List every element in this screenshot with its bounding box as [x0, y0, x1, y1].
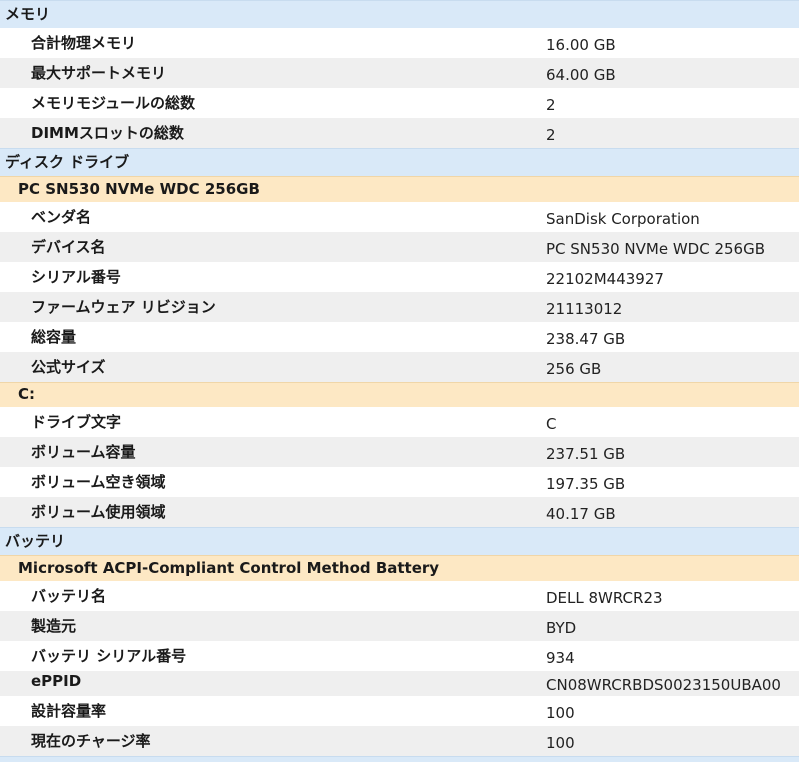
subsection-title: PC SN530 NVMe WDC 256GB — [18, 180, 260, 198]
property-value: DELL 8WRCR23 — [546, 589, 663, 607]
property-value: 100 — [546, 704, 575, 722]
section-title: ディスク ドライブ — [5, 153, 130, 171]
property-name: 製造元 — [31, 617, 77, 635]
property-name: 現在のチャージ率 — [31, 732, 151, 750]
property-name: ePPID — [31, 672, 82, 690]
property-row: ベンダ名 SanDisk Corporation — [0, 202, 799, 232]
section-title: メモリ — [5, 5, 51, 23]
property-value: SanDisk Corporation — [546, 210, 700, 228]
property-value: 256 GB — [546, 360, 602, 378]
property-value: 64.00 GB — [546, 66, 616, 84]
property-row: バッテリ名 DELL 8WRCR23 — [0, 581, 799, 611]
property-value: 934 — [546, 649, 575, 667]
property-value: PC SN530 NVMe WDC 256GB — [546, 240, 766, 258]
property-row: 公式サイズ 256 GB — [0, 352, 799, 382]
property-name: メモリモジュールの総数 — [31, 94, 195, 112]
property-row: ドライブ文字 C — [0, 407, 799, 437]
property-value: 22102M443927 — [546, 270, 664, 288]
subsection-header: Microsoft ACPI-Compliant Control Method … — [0, 555, 799, 581]
property-value: 237.51 GB — [546, 445, 626, 463]
subsection-header: PC SN530 NVMe WDC 256GB — [0, 176, 799, 202]
section-header: ディスク ドライブ — [0, 148, 799, 176]
section-title: バッテリ — [5, 532, 66, 550]
property-name: ドライブ文字 — [31, 413, 122, 431]
property-value: 2 — [546, 126, 556, 144]
property-row: ePPID CN08WRCRBDS0023150UBA00 — [0, 671, 799, 696]
property-value: C — [546, 415, 557, 433]
property-value: 16.00 GB — [546, 36, 616, 54]
property-row: ボリューム使用領域 40.17 GB — [0, 497, 799, 527]
property-name: バッテリ シリアル番号 — [31, 647, 187, 665]
property-row: ファームウェア リビジョン 21113012 — [0, 292, 799, 322]
property-row: ボリューム容量 237.51 GB — [0, 437, 799, 467]
property-name: DIMMスロットの総数 — [31, 124, 184, 142]
property-name: 合計物理メモリ — [31, 34, 137, 52]
property-value: 40.17 GB — [546, 505, 616, 523]
property-row: 現在のチャージ率 100 — [0, 726, 799, 756]
section-header: バッテリ — [0, 527, 799, 555]
property-value: 197.35 GB — [546, 475, 626, 493]
property-row: 合計物理メモリ 16.00 GB — [0, 28, 799, 58]
property-name: 最大サポートメモリ — [31, 64, 167, 82]
property-row: DIMMスロットの総数 2 — [0, 118, 799, 148]
subsection-title: C: — [18, 385, 36, 403]
property-row: ボリューム空き領域 197.35 GB — [0, 467, 799, 497]
property-name: シリアル番号 — [31, 268, 121, 286]
property-value: CN08WRCRBDS0023150UBA00 — [546, 676, 781, 694]
next-section-edge — [0, 756, 799, 762]
property-row: メモリモジュールの総数 2 — [0, 88, 799, 118]
property-row: 製造元 BYD — [0, 611, 799, 641]
subsection-header: C: — [0, 382, 799, 407]
section-header: メモリ — [0, 0, 799, 28]
property-value: 238.47 GB — [546, 330, 626, 348]
property-row: デバイス名 PC SN530 NVMe WDC 256GB — [0, 232, 799, 262]
property-name: 設計容量率 — [31, 702, 107, 720]
property-name: デバイス名 — [31, 238, 106, 256]
property-name: ボリューム容量 — [31, 443, 136, 461]
property-name: ボリューム空き領域 — [31, 473, 166, 491]
property-name: ボリューム使用領域 — [31, 503, 166, 521]
property-value: 100 — [546, 734, 575, 752]
property-name: 公式サイズ — [31, 358, 106, 376]
property-value: BYD — [546, 619, 577, 637]
property-name: ファームウェア リビジョン — [31, 298, 216, 316]
property-row: 設計容量率 100 — [0, 696, 799, 726]
property-name: 総容量 — [31, 328, 77, 346]
property-row: 最大サポートメモリ 64.00 GB — [0, 58, 799, 88]
system-info-report: メモリ合計物理メモリ 16.00 GB 最大サポートメモリ 64.00 GB メモリモジ… — [0, 0, 799, 756]
subsection-title: Microsoft ACPI-Compliant Control Method … — [18, 559, 440, 577]
property-name: バッテリ名 — [31, 587, 107, 605]
property-name: ベンダ名 — [31, 208, 92, 226]
property-row: バッテリ シリアル番号 934 — [0, 641, 799, 671]
property-row: シリアル番号 22102M443927 — [0, 262, 799, 292]
property-row: 総容量 238.47 GB — [0, 322, 799, 352]
property-value: 21113012 — [546, 300, 623, 318]
property-value: 2 — [546, 96, 556, 114]
